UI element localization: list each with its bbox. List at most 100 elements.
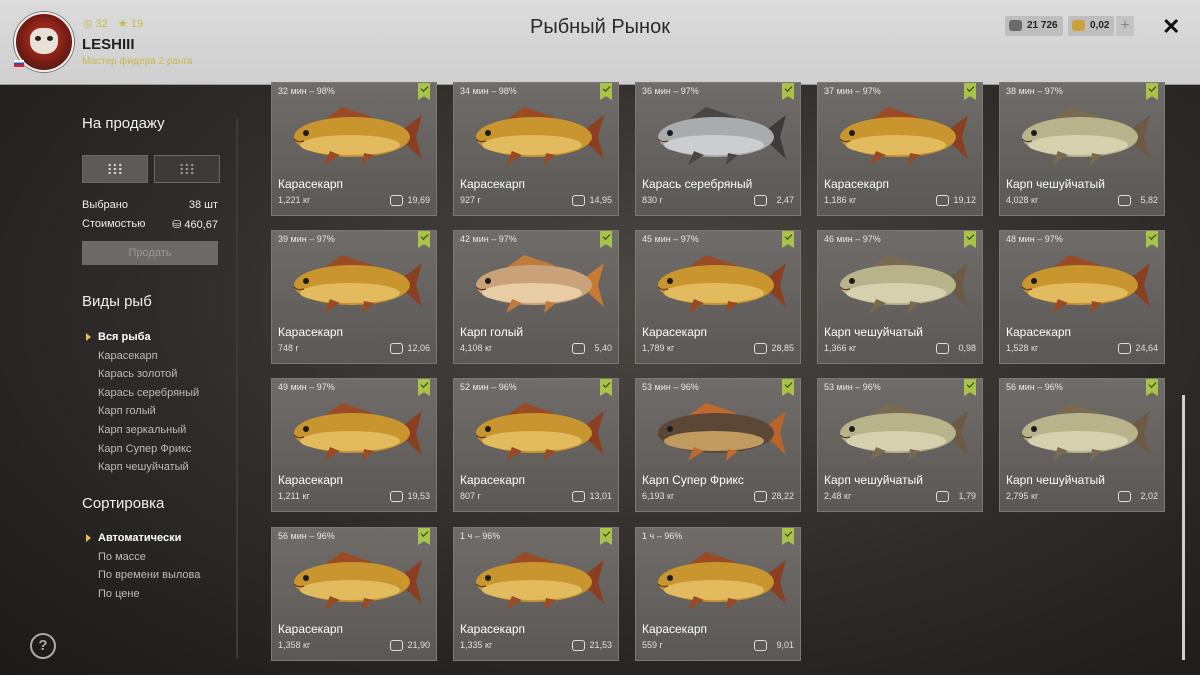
checkmark-icon[interactable]	[964, 231, 976, 248]
fish-image	[280, 101, 428, 178]
checkmark-icon[interactable]	[782, 528, 794, 545]
fish-image	[644, 546, 792, 623]
coin-icon	[390, 343, 403, 354]
checkmark-icon[interactable]	[600, 379, 612, 396]
fish-card[interactable]: 34 мин – 98% Карасекарп 927 г 14,95	[453, 82, 619, 216]
fish-type-item[interactable]: Карп чешуйчатый	[98, 461, 189, 473]
fish-card[interactable]: 36 мин – 97% Карась серебряный 830 г 2,4…	[635, 82, 801, 216]
fish-name: Карасекарп	[278, 622, 344, 636]
fish-card[interactable]: 46 мин – 97% Карп чешуйчатый 1,366 кг 0,…	[817, 230, 983, 364]
fish-image	[462, 249, 610, 326]
coin-icon	[390, 640, 403, 651]
coin-icon	[390, 491, 403, 502]
catch-time: 53 мин – 96%	[642, 382, 699, 392]
cost-label: Стоимостью	[82, 218, 146, 230]
checkmark-icon[interactable]	[600, 83, 612, 100]
fish-name: Карасекарп	[642, 622, 708, 636]
checkmark-icon[interactable]	[418, 231, 430, 248]
sort-option-item[interactable]: По цене	[98, 588, 140, 600]
fish-image	[280, 249, 428, 326]
catch-time: 39 мин – 97%	[278, 234, 335, 244]
fish-price: 28,85	[771, 343, 794, 353]
scrollbar[interactable]	[1182, 395, 1185, 660]
fish-price: 21,53	[589, 640, 612, 650]
checkmark-icon[interactable]	[782, 231, 794, 248]
fish-card[interactable]: 56 мин – 96% Карп чешуйчатый 2,795 кг 2,…	[999, 378, 1165, 512]
selected-arrow-icon	[86, 534, 91, 542]
sort-option-item[interactable]: По времени вылова	[98, 569, 200, 581]
fish-card[interactable]: 1 ч – 96% Карасекарп 1,335 кг 21,53	[453, 527, 619, 661]
help-icon[interactable]: ?	[30, 633, 56, 659]
fish-card[interactable]: 32 мин – 98% Карасекарп 1,221 кг 19,69	[271, 82, 437, 216]
fish-type-item[interactable]: Карп зеркальный	[98, 424, 186, 436]
checkmark-icon[interactable]	[600, 231, 612, 248]
gold-balance: 0,02	[1068, 16, 1115, 36]
fish-weight: 1,789 кг	[642, 343, 675, 353]
selected-arrow-icon	[86, 333, 91, 341]
coin-icon	[754, 343, 767, 354]
checkmark-icon[interactable]	[418, 379, 430, 396]
checkmark-icon[interactable]	[600, 528, 612, 545]
catch-time: 48 мин – 97%	[1006, 234, 1063, 244]
coin-icon	[572, 343, 585, 354]
cost-row: Стоимостью ⛁ 460,67	[82, 218, 218, 231]
fish-card[interactable]: 45 мин – 97% Карасекарп 1,789 кг 28,85	[635, 230, 801, 364]
fish-image	[280, 397, 428, 474]
fish-type-item[interactable]: Карась золотой	[98, 368, 177, 380]
gold-coin-icon	[1072, 20, 1085, 31]
sort-option-item[interactable]: Автоматически	[98, 532, 181, 544]
sort-option-item[interactable]: По массе	[98, 551, 146, 563]
fish-price: 28,22	[771, 491, 794, 501]
coin-icon	[390, 195, 403, 206]
silver-value: 21 726	[1027, 20, 1058, 31]
checkmark-icon[interactable]	[1146, 83, 1158, 100]
fish-card[interactable]: 56 мин – 96% Карасекарп 1,358 кг 21,90	[271, 527, 437, 661]
fish-image	[826, 397, 974, 474]
selected-label: Выбрано	[82, 199, 128, 211]
fish-card[interactable]: 39 мин – 97% Карасекарп 748 г 12,06	[271, 230, 437, 364]
fish-card[interactable]: 48 мин – 97% Карасекарп 1,528 кг 24,64	[999, 230, 1165, 364]
checkmark-icon[interactable]	[964, 83, 976, 100]
fish-weight: 2,48 кг	[824, 491, 852, 501]
coin-icon	[936, 491, 949, 502]
checkmark-icon[interactable]	[1146, 231, 1158, 248]
large-grid-view-button[interactable]	[82, 155, 148, 183]
fish-card[interactable]: 37 мин – 97% Карасекарп 1,186 кг 19,12	[817, 82, 983, 216]
add-currency-button[interactable]: +	[1116, 16, 1134, 36]
checkmark-icon[interactable]	[782, 83, 794, 100]
fish-card[interactable]: 1 ч – 96% Карасекарп 559 г 9,01	[635, 527, 801, 661]
fish-image	[644, 101, 792, 178]
checkmark-icon[interactable]	[1146, 379, 1158, 396]
fish-type-item[interactable]: Карп Супер Фрикс	[98, 443, 191, 455]
fish-price: 1,79	[958, 491, 976, 501]
checkmark-icon[interactable]	[964, 379, 976, 396]
fish-type-item[interactable]: Карасекарп	[98, 350, 158, 362]
sidebar-divider	[236, 118, 238, 658]
fish-price: 2,02	[1140, 491, 1158, 501]
fish-name: Карасекарп	[278, 177, 344, 191]
fish-weight: 927 г	[460, 195, 481, 205]
fish-card[interactable]: 53 мин – 96% Карп чешуйчатый 2,48 кг 1,7…	[817, 378, 983, 512]
catch-time: 49 мин – 97%	[278, 382, 335, 392]
checkmark-icon[interactable]	[418, 528, 430, 545]
fish-image	[1008, 101, 1156, 178]
fish-card[interactable]: 38 мин – 97% Карп чешуйчатый 4,028 кг 5,…	[999, 82, 1165, 216]
fish-card[interactable]: 42 мин – 97% Карп голый 4,108 кг 5,40	[453, 230, 619, 364]
checkmark-icon[interactable]	[782, 379, 794, 396]
checkmark-icon[interactable]	[418, 83, 430, 100]
close-icon[interactable]: ✕	[1162, 14, 1180, 40]
fish-type-item[interactable]: Вся рыба	[98, 331, 151, 343]
sell-button[interactable]: Продать	[82, 241, 218, 265]
catch-time: 32 мин – 98%	[278, 86, 335, 96]
fish-price: 13,01	[589, 491, 612, 501]
fish-type-item[interactable]: Карась серебряный	[98, 387, 199, 399]
fish-card[interactable]: 49 мин – 97% Карасекарп 1,211 кг 19,53	[271, 378, 437, 512]
fish-name: Карасекарп	[460, 177, 526, 191]
small-grid-view-button[interactable]	[154, 155, 220, 183]
fish-card[interactable]: 53 мин – 96% Карп Супер Фрикс 6,193 кг 2…	[635, 378, 801, 512]
fish-weight: 830 г	[642, 195, 663, 205]
fish-image	[826, 249, 974, 326]
fish-weight: 1,366 кг	[824, 343, 857, 353]
fish-card[interactable]: 52 мин – 96% Карасекарп 807 г 13,01	[453, 378, 619, 512]
fish-type-item[interactable]: Карп голый	[98, 405, 156, 417]
